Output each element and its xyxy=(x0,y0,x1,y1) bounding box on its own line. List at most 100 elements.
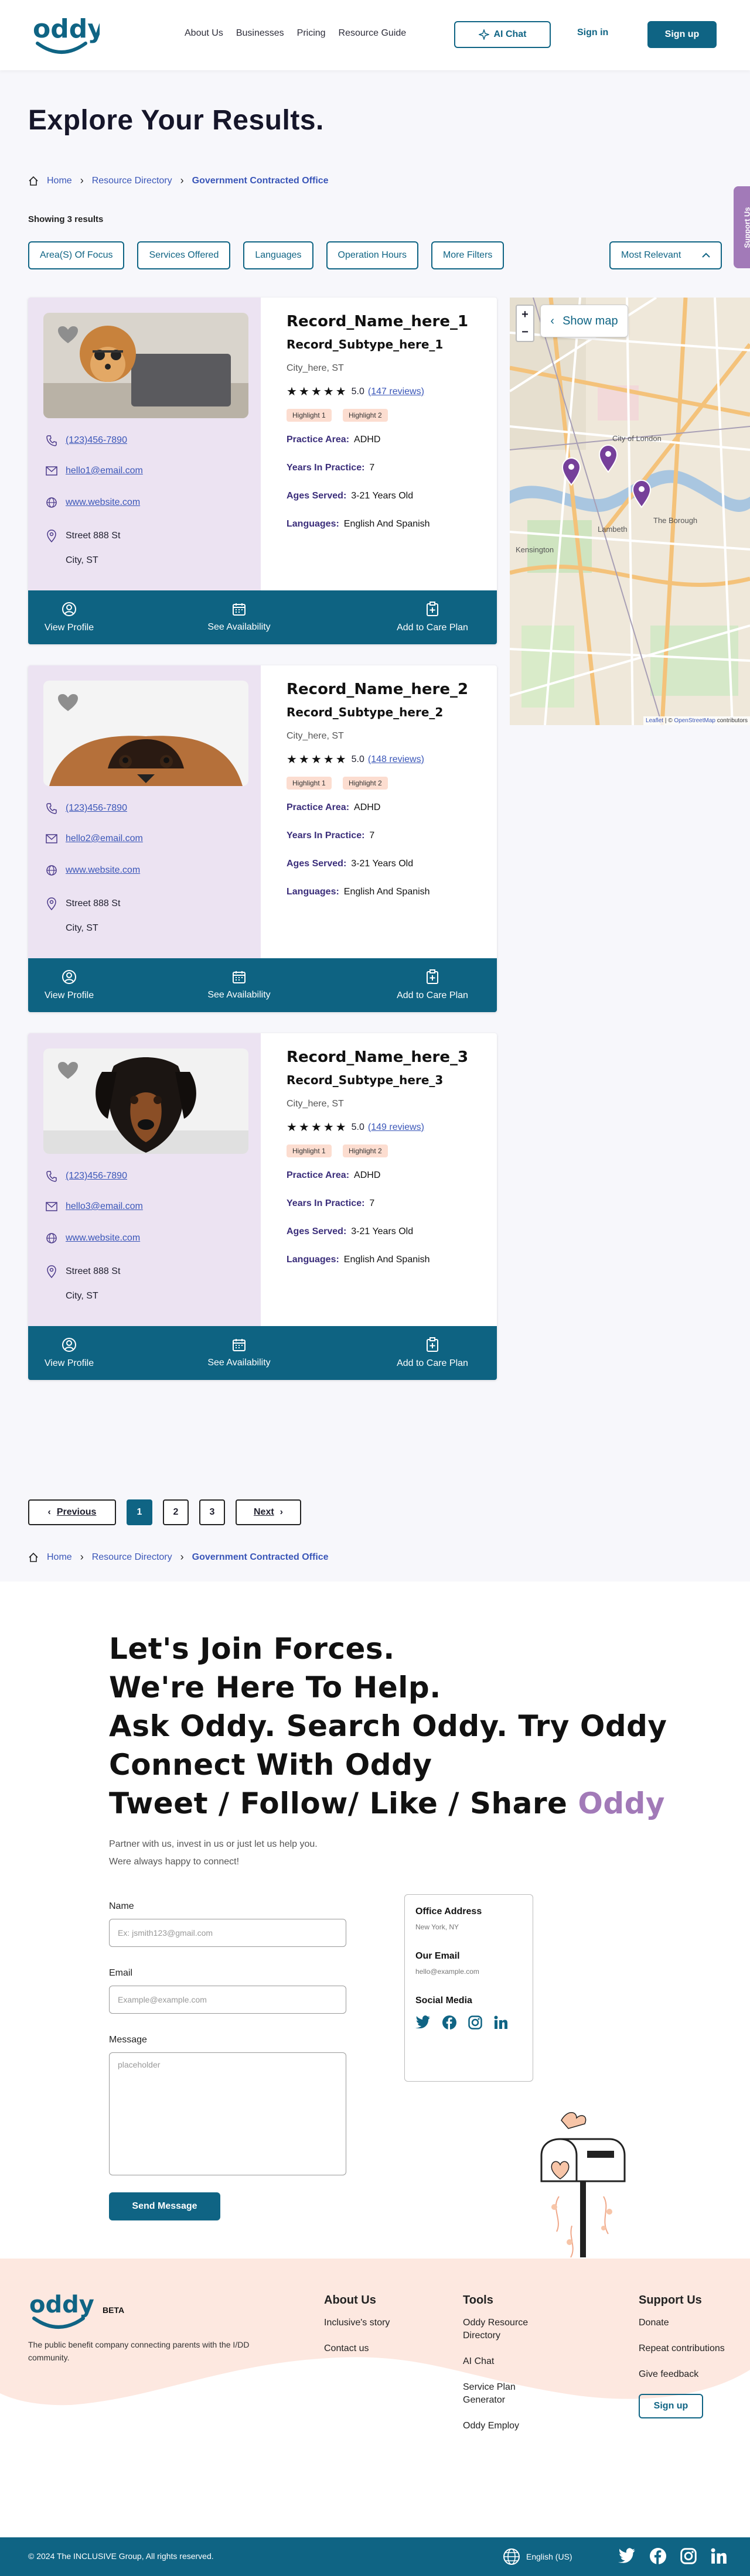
heart-icon[interactable] xyxy=(57,326,79,344)
email-value[interactable]: hello@example.com xyxy=(415,1967,522,1976)
add-to-care-plan-button[interactable]: Add to Care Plan xyxy=(368,958,497,1012)
twitter-icon[interactable] xyxy=(415,2015,431,2028)
view-profile-button[interactable]: View Profile xyxy=(28,590,110,644)
ages-served: Ages Served: 3-21 Years Old xyxy=(287,859,413,869)
instagram-icon[interactable] xyxy=(468,2015,482,2030)
email-link[interactable]: hello1@email.com xyxy=(46,466,143,476)
linkedin-icon[interactable] xyxy=(494,2015,508,2030)
heart-icon[interactable] xyxy=(57,693,79,712)
leaflet-link[interactable]: Leaflet xyxy=(646,718,663,724)
add-to-care-plan-button[interactable]: Add to Care Plan xyxy=(368,1326,497,1380)
heart-icon[interactable] xyxy=(57,1061,79,1080)
facebook-icon[interactable] xyxy=(650,2548,666,2564)
phone-link[interactable]: (123)456-7890 xyxy=(46,435,127,446)
footer-link-resource-directory[interactable]: Oddy Resource Directory xyxy=(463,2317,551,2342)
home-icon[interactable] xyxy=(28,176,39,186)
sort-dropdown[interactable]: Most Relevant xyxy=(609,241,722,269)
breadcrumb-resource-directory[interactable]: Resource Directory xyxy=(92,176,172,186)
breadcrumb-home[interactable]: Home xyxy=(47,176,72,186)
map-label-lambeth: Lambeth xyxy=(598,525,628,534)
highlight-badge: Highlight 2 xyxy=(343,1144,388,1157)
phone-link[interactable]: (123)456-7890 xyxy=(46,802,127,814)
office-value: New York, NY xyxy=(415,1923,459,1931)
twitter-icon[interactable] xyxy=(618,2548,636,2563)
oddy-logo[interactable]: oddy xyxy=(29,11,100,57)
phone-link[interactable]: (123)456-7890 xyxy=(46,1170,127,1182)
breadcrumb-home[interactable]: Home xyxy=(47,1552,72,1563)
practice-area-value: ADHD xyxy=(354,435,381,445)
filter-services-offered[interactable]: Services Offered xyxy=(137,241,231,269)
osm-link[interactable]: OpenStreetMap xyxy=(674,718,715,724)
previous-page-button[interactable]: ‹ Previous xyxy=(28,1499,116,1525)
email-input[interactable]: Example@example.com xyxy=(109,1986,346,2014)
nav-businesses[interactable]: Businesses xyxy=(236,28,284,39)
filter-area-of-focus[interactable]: Area(S) Of Focus xyxy=(28,241,125,269)
languages-label: Languages: xyxy=(287,1255,339,1265)
mail-icon xyxy=(46,1202,57,1211)
see-availability-button[interactable]: See Availability xyxy=(110,958,368,1012)
website-link[interactable]: www.website.com xyxy=(46,1232,140,1244)
filter-languages[interactable]: Languages xyxy=(243,241,313,269)
footer-oddy-logo[interactable]: oddy xyxy=(28,2287,104,2334)
ai-chat-button[interactable]: AI Chat xyxy=(454,21,551,48)
filter-more-filters[interactable]: More Filters xyxy=(431,241,504,269)
languages: Languages: English And Spanish xyxy=(287,1255,430,1265)
reviews-link[interactable]: (147 reviews) xyxy=(368,387,424,397)
page-2-button[interactable]: 2 xyxy=(163,1499,189,1525)
language-selector[interactable]: English (US) xyxy=(503,2548,572,2565)
website-link[interactable]: www.website.com xyxy=(46,865,140,876)
breadcrumb-current: Government Contracted Office xyxy=(192,175,329,186)
next-page-button[interactable]: Next › xyxy=(236,1499,301,1525)
page-1-button[interactable]: 1 xyxy=(127,1499,152,1525)
message-textarea[interactable]: placeholder xyxy=(109,2052,346,2175)
nav-about-us[interactable]: About Us xyxy=(185,28,223,39)
email-link[interactable]: hello2@email.com xyxy=(46,833,143,844)
show-map-button[interactable]: ‹ Show map xyxy=(540,305,628,337)
footer-sign-up-button[interactable]: Sign up xyxy=(639,2394,703,2418)
record-name[interactable]: Record_Name_here_3 xyxy=(287,1048,468,1066)
footer-link-give-feedback[interactable]: Give feedback xyxy=(639,2368,727,2381)
instagram-icon[interactable] xyxy=(680,2548,697,2564)
see-availability-button[interactable]: See Availability xyxy=(110,1326,368,1380)
page-3-button[interactable]: 3 xyxy=(199,1499,225,1525)
filter-operation-hours[interactable]: Operation Hours xyxy=(326,241,418,269)
name-input[interactable]: Ex: jsmith123@gmail.com xyxy=(109,1919,346,1947)
footer-link-repeat-contributions[interactable]: Repeat contributions xyxy=(639,2342,727,2355)
view-profile-button[interactable]: View Profile xyxy=(28,1326,110,1380)
add-to-care-plan-button[interactable]: Add to Care Plan xyxy=(368,590,497,644)
linkedin-icon[interactable] xyxy=(711,2548,727,2564)
results-map[interactable]: City of London The Borough Kensington La… xyxy=(510,298,750,725)
years-in-practice: Years In Practice: 7 xyxy=(287,1198,374,1209)
results-count: Showing 3 results xyxy=(28,214,104,224)
sign-up-button[interactable]: Sign up xyxy=(647,21,717,48)
footer-link-inclusive-story[interactable]: Inclusive's story xyxy=(324,2317,412,2329)
website-link[interactable]: www.website.com xyxy=(46,497,140,508)
footer-link-oddy-employ[interactable]: Oddy Employ xyxy=(463,2420,551,2432)
city-line: City, ST xyxy=(66,555,98,565)
rating: ★★★★★ 5.0 (149 reviews) xyxy=(287,1120,424,1135)
support-us-tab[interactable]: Support Us xyxy=(734,186,750,268)
nav-resource-guide[interactable]: Resource Guide xyxy=(339,28,407,39)
home-icon[interactable] xyxy=(28,1552,39,1563)
record-name[interactable]: Record_Name_here_1 xyxy=(287,313,468,330)
zoom-in-button[interactable]: + xyxy=(521,308,529,322)
footer-link-donate[interactable]: Donate xyxy=(639,2317,727,2329)
footer-col-tools: Tools Oddy Resource Directory AI Chat Se… xyxy=(463,2294,551,2445)
send-message-button[interactable]: Send Message xyxy=(109,2192,220,2220)
footer-link-ai-chat[interactable]: AI Chat xyxy=(463,2355,551,2368)
email-link[interactable]: hello3@email.com xyxy=(46,1201,143,1212)
facebook-icon[interactable] xyxy=(442,2015,456,2030)
years-value: 7 xyxy=(369,1198,375,1208)
nav-pricing[interactable]: Pricing xyxy=(297,28,326,39)
view-profile-button[interactable]: View Profile xyxy=(28,958,110,1012)
footer-link-service-plan[interactable]: Service Plan Generator xyxy=(463,2381,551,2407)
sign-in-link[interactable]: Sign in xyxy=(577,28,608,38)
record-name[interactable]: Record_Name_here_2 xyxy=(287,681,468,698)
see-availability-button[interactable]: See Availability xyxy=(110,590,368,644)
reviews-link[interactable]: (149 reviews) xyxy=(368,1122,424,1133)
reviews-link[interactable]: (148 reviews) xyxy=(368,754,424,765)
footer-link-contact-us[interactable]: Contact us xyxy=(324,2342,412,2355)
zoom-out-button[interactable]: − xyxy=(521,326,529,339)
main-nav: About Us Businesses Pricing Resource Gui… xyxy=(185,28,406,39)
breadcrumb-resource-directory[interactable]: Resource Directory xyxy=(92,1552,172,1563)
